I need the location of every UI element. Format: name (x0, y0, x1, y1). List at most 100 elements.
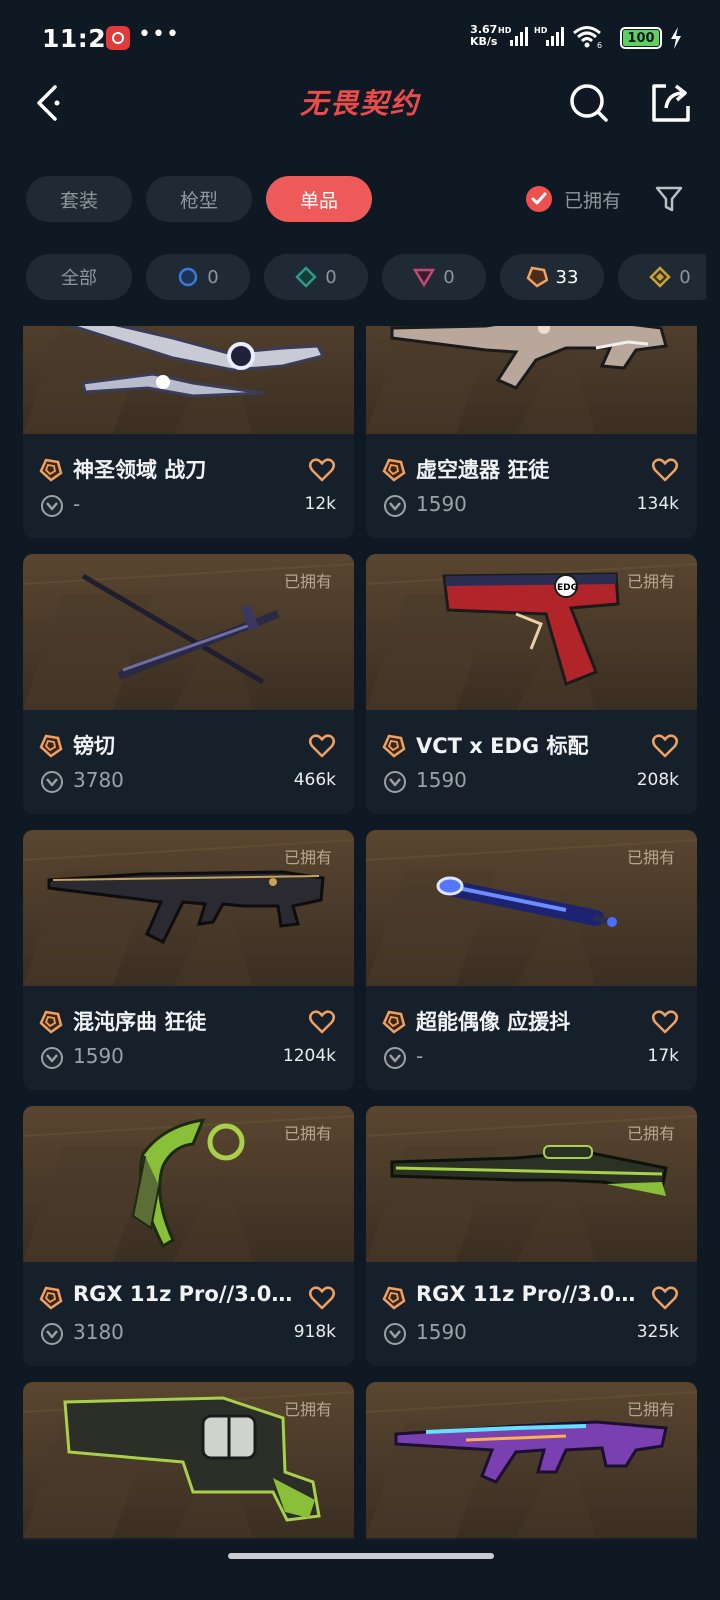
charging-icon (671, 27, 681, 49)
exclusive-tier-icon (526, 266, 548, 288)
share-icon (652, 84, 690, 122)
share-button[interactable] (648, 80, 692, 124)
search-button[interactable] (567, 80, 611, 124)
item-image: 已拥有 (366, 326, 697, 434)
item-likes: 17k (647, 1046, 679, 1066)
item-info: 镑切 3780 466k (23, 710, 354, 814)
page-title: 无畏契约 (299, 87, 420, 120)
item-name: RGX 11z Pro//3.0… (416, 1282, 636, 1306)
item-image: 已拥有 (23, 830, 354, 986)
category-tabs: 套装 枪型 单品 (26, 176, 372, 222)
exclusive-tier-icon (382, 1286, 406, 1314)
item-name: VCT x EDG 标配 (416, 734, 589, 758)
svg-text:6: 6 (597, 41, 602, 48)
item-info: 超能偶像 应援抖 - 17k (366, 986, 697, 1090)
weapon-image (67, 326, 326, 398)
tier-filter-row: 全部 0 0 0 33 0 (26, 254, 706, 300)
exclusive-tier-icon (39, 458, 63, 486)
item-info: 神圣领域 战刀 - 12k (23, 434, 354, 538)
item-likes: 208k (636, 770, 679, 790)
filter-button[interactable] (654, 184, 684, 214)
item-card[interactable]: 已拥有 RGX 11z Pro//3.0… 1590 325k (366, 1106, 697, 1366)
vp-currency-icon (383, 1322, 407, 1350)
tier-chip-select[interactable]: 0 (146, 254, 250, 300)
item-card[interactable]: 已拥有 RGX 11z Pro//3.0… 3180 918k (23, 1106, 354, 1366)
checkmark-icon (526, 186, 552, 212)
heart-icon[interactable] (308, 1008, 336, 1036)
heart-icon[interactable] (651, 1284, 679, 1312)
item-name: RGX 11z Pro//3.0… (73, 1282, 293, 1306)
svg-text:HD: HD (498, 26, 512, 35)
tier-chip-label: 全部 (61, 268, 97, 289)
exclusive-tier-icon (382, 458, 406, 486)
heart-icon[interactable] (651, 732, 679, 760)
item-info: 混沌序曲 狂徒 1590 1204k (23, 986, 354, 1090)
heart-icon[interactable] (308, 1284, 336, 1312)
item-info: RGX 11z Pro//3.0… 1590 325k (366, 1262, 697, 1366)
owned-filter-toggle[interactable]: 已拥有 (526, 184, 621, 214)
network-speed: 3.67 KB/s (470, 24, 497, 48)
vp-currency-icon (40, 1322, 64, 1350)
vp-currency-icon (383, 770, 407, 798)
item-likes: 1204k (282, 1046, 336, 1066)
item-card[interactable]: 已拥有超能偶像 应援抖 - 17k (366, 830, 697, 1090)
item-name: 虚空遗器 狂徒 (416, 458, 550, 482)
item-price: - (73, 492, 81, 516)
tier-chip-premium[interactable]: 0 (382, 254, 486, 300)
item-name: 超能偶像 应援抖 (416, 1010, 571, 1034)
item-image: 已拥有 (23, 554, 354, 710)
heart-icon[interactable] (308, 732, 336, 760)
svg-text:EDG: EDG (557, 583, 578, 593)
item-card[interactable]: 已拥有虚空遗器 狂徒 1590 134k (366, 326, 697, 538)
item-card[interactable]: 已拥有 镑切 3780 466k (23, 554, 354, 814)
item-image: 已拥有 (366, 1382, 697, 1538)
vp-currency-icon (40, 1046, 64, 1074)
owned-badge: 已拥有 (626, 848, 675, 867)
item-info: 虚空遗器 狂徒 1590 134k (366, 434, 697, 538)
owned-badge: 已拥有 (283, 848, 332, 867)
exclusive-tier-icon (382, 1010, 406, 1038)
tab-bundles[interactable]: 套装 (26, 176, 132, 222)
tier-chip-all[interactable]: 全部 (26, 254, 132, 300)
search-icon (570, 84, 608, 122)
filter-icon (655, 186, 683, 212)
signal-2-icon: HD (534, 26, 564, 46)
item-card[interactable]: 已拥有 (366, 1382, 697, 1540)
home-indicator[interactable] (228, 1553, 494, 1559)
tier-chip-ultra[interactable]: 0 (618, 254, 706, 300)
tier-chip-exclusive[interactable]: 33 (500, 254, 604, 300)
heart-icon[interactable] (308, 456, 336, 484)
svg-text:HD: HD (534, 26, 548, 35)
status-bar: 11:21 ••• 3.67 KB/s HD HD 6 100 (0, 0, 720, 78)
item-image: 已拥有 (366, 830, 697, 986)
tier-chip-count: 0 (207, 266, 219, 288)
item-image: 已拥有 (23, 1106, 354, 1262)
tier-chip-deluxe[interactable]: 0 (264, 254, 368, 300)
heart-icon[interactable] (651, 1008, 679, 1036)
item-likes: 325k (636, 1322, 679, 1342)
item-info: RGX 11z Pro//3.0… 3180 918k (23, 1262, 354, 1366)
item-card[interactable]: EDG 已拥有 VCT x EDG 标配 1590 208k (366, 554, 697, 814)
vp-currency-icon (40, 770, 64, 798)
item-name: 混沌序曲 狂徒 (73, 1010, 207, 1034)
item-info: VCT x EDG 标配 1590 208k (366, 710, 697, 814)
item-price: 3780 (73, 768, 124, 792)
item-likes: 12k (304, 494, 336, 514)
item-card[interactable]: 已拥有神圣领域 战刀 - 12k (23, 326, 354, 538)
item-grid: 已拥有神圣领域 战刀-12k已拥有虚空遗器 狂徒1590134k已拥有镑切378… (0, 326, 720, 1540)
heart-icon[interactable] (651, 456, 679, 484)
tier-chip-count: 0 (679, 266, 691, 288)
tab-items[interactable]: 单品 (266, 176, 372, 222)
tab-weapon-types[interactable]: 枪型 (146, 176, 252, 222)
item-likes: 918k (293, 1322, 336, 1342)
item-image: 已拥有 (23, 326, 354, 434)
exclusive-tier-icon (39, 734, 63, 762)
item-image: 已拥有 (23, 1382, 354, 1538)
vp-currency-icon (383, 494, 407, 522)
item-card[interactable]: 已拥有 (23, 1382, 354, 1540)
more-notifications-icon: ••• (138, 22, 180, 47)
premium-tier-icon (413, 268, 436, 288)
item-card[interactable]: 已拥有混沌序曲 狂徒 1590 1204k (23, 830, 354, 1090)
item-image: EDG 已拥有 (366, 554, 697, 710)
network-speed-unit: KB/s (470, 35, 498, 48)
